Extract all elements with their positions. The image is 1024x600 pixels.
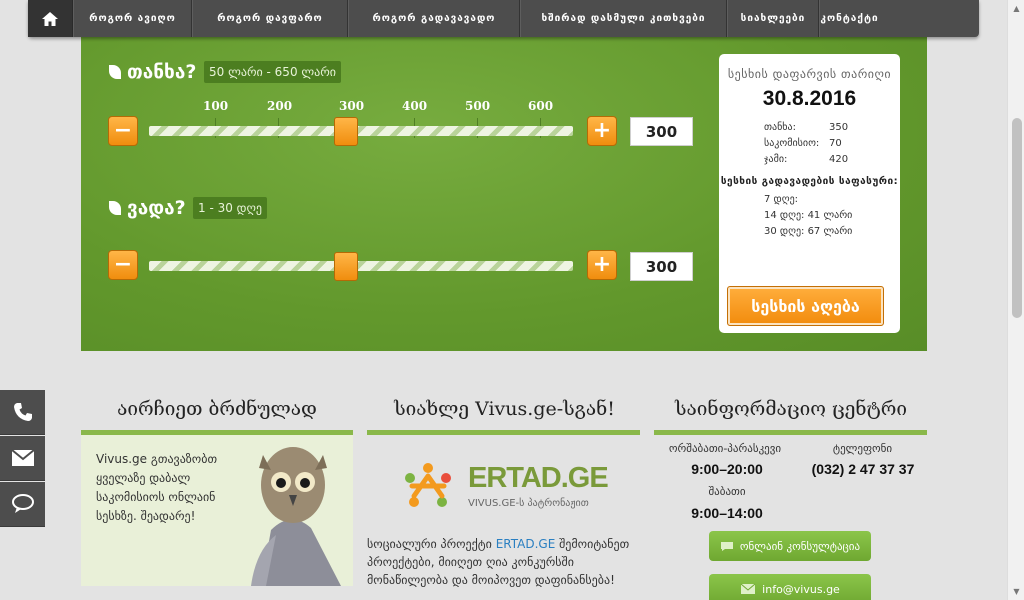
chat-icon [11,494,34,513]
summary-rows: თანხა: 350 საკომისიო: 70 ჯამი: 420 [719,119,900,167]
leaf-icon [109,65,121,79]
nav-item-how-to-take[interactable]: როგორ ავიღო [73,0,192,37]
tick-label: 400 [402,99,428,113]
summary-title: სესხის დაფარვის თარიღი [727,67,892,81]
loan-calculator: თანხა? 50 ლარი - 650 ლარი 100 200 300 40… [81,37,927,351]
news-text: სოციალური პროექტი ERTAD.GE შემოიტანეთ პრ… [367,535,642,589]
section-divider [367,430,640,435]
chat-bubble-icon [720,541,733,551]
envelope-icon [740,583,756,594]
term-title: ვადა? [109,197,186,219]
ertad-link[interactable]: ERTAD.GE [496,537,556,551]
leaf-icon [109,201,121,215]
summary-row-label: თანხა: [764,121,796,133]
amount-title-text: თანხა? [127,61,197,83]
weekdays-label: ორშაბათი-პარასკევი [668,442,782,455]
tick-label: 500 [465,99,491,113]
news-text-lead: სოციალური პროექტი [367,537,496,551]
email-button[interactable]: info@vivus.ge [709,574,871,600]
online-consultation-label: ონლაინ კონსულტაცია [739,539,861,553]
scroll-down-icon[interactable]: ▼ [1008,583,1024,600]
amount-value-field[interactable]: 300 [630,117,693,146]
summary-row-value: 70 [829,137,842,149]
term-title-text: ვადა? [127,197,186,219]
weekdays-hours: 9:00–20:00 [691,461,763,477]
side-tab-phone[interactable] [0,390,45,435]
phone-icon [13,403,32,421]
section-title-wise: აირჩიეთ ბრძნულად [117,398,317,420]
nav-item-faq[interactable]: ხშირად დასმული კითხვები [520,0,727,37]
amount-plus-button[interactable]: + [587,116,617,146]
ertad-logo[interactable]: ERTAD.GE VIVUS.GE-ს პატრონაჟით [400,450,620,520]
ertad-logo-text: ERTAD.GE [468,462,609,494]
tick-label: 300 [339,99,365,113]
ertad-logo-subtitle: VIVUS.GE-ს პატრონაჟით [468,498,589,509]
summary-row-value: 420 [829,153,849,165]
saturday-label: შაბათი [708,485,746,498]
term-value-field[interactable]: 300 [630,252,693,281]
phone-label: ტელეფონი [832,442,893,455]
summary-row: საკომისიო: 70 [719,135,900,151]
amount-slider-handle[interactable] [334,117,358,146]
term-minus-button[interactable]: − [108,250,138,280]
extension-fee-item: 7 დღე: [764,194,799,205]
amount-range-badge: 50 ლარი - 650 ლარი [204,61,342,83]
mail-icon [10,449,35,466]
tick-label: 100 [203,99,229,113]
section-title-news: სიახლე Vivus.ge-სგან! [394,398,615,420]
phone-number[interactable]: (032) 2 47 37 37 [797,461,929,477]
scroll-thumb[interactable] [1012,118,1022,318]
scroll-up-icon[interactable]: ▲ [1008,0,1024,17]
home-icon [42,11,58,26]
summary-row-value: 350 [829,121,849,133]
amount-minus-button[interactable]: − [108,116,138,146]
term-slider-track[interactable] [149,261,573,271]
page-scrollbar[interactable]: ▲ ▼ [1007,0,1024,600]
summary-row-label: საკომისიო: [764,137,820,149]
email-label: info@vivus.ge [762,582,840,596]
section-divider [654,430,927,435]
extension-fee-list: 7 დღე: 14 დღე: 41 ლარი 30 დღე: 67 ლარი [719,192,900,240]
term-plus-button[interactable]: + [587,250,617,280]
extension-fee-item: 14 დღე: 41 ლარი [764,210,853,221]
online-consultation-button[interactable]: ონლაინ კონსულტაცია [709,531,871,561]
section-title-info: საინფორმაციო ცენტრი [674,398,908,420]
take-loan-button[interactable]: სესხის აღება [727,286,884,326]
repayment-date: 30.8.2016 [762,87,857,110]
home-button[interactable] [28,0,73,37]
term-range-badge: 1 - 30 დღე [193,197,268,219]
amount-slider-track[interactable] [149,126,573,136]
extension-fee-item: 30 დღე: 67 ლარი [764,226,853,237]
choose-wisely-text: Vivus.ge გთავაზობთ ყველაზე დაბალ საკომის… [96,452,218,523]
tick-label: 200 [267,99,293,113]
side-tab-chat[interactable] [0,482,45,527]
choose-wisely-panel: Vivus.ge გთავაზობთ ყველაზე დაბალ საკომის… [81,435,353,586]
nav-item-contact[interactable]: კონტაქტი [819,0,879,37]
term-slider-handle[interactable] [334,252,358,281]
nav-item-news[interactable]: სიახლეები [727,0,819,37]
top-nav: როგორ ავიღო როგორ დავფარო როგორ გადავავა… [28,0,979,37]
summary-row: თანხა: 350 [719,119,900,135]
loan-summary-card: სესხის დაფარვის თარიღი 30.8.2016 თანხა: … [719,54,900,333]
people-circle-icon [405,463,451,507]
summary-row-label: ჯამი: [764,153,788,165]
side-tab-mail[interactable] [0,436,45,481]
summary-row: ჯამი: 420 [719,151,900,167]
tick-label: 600 [528,99,554,113]
nav-item-how-to-repay[interactable]: როგორ დავფარო [192,0,348,37]
saturday-hours: 9:00–14:00 [691,505,763,521]
amount-title: თანხა? [109,61,196,83]
owl-mascot-icon [251,447,341,586]
extension-fee-title: სესხის გადავადების საფასური: [720,176,899,187]
nav-item-how-to-extend[interactable]: როგორ გადავავადო [348,0,520,37]
